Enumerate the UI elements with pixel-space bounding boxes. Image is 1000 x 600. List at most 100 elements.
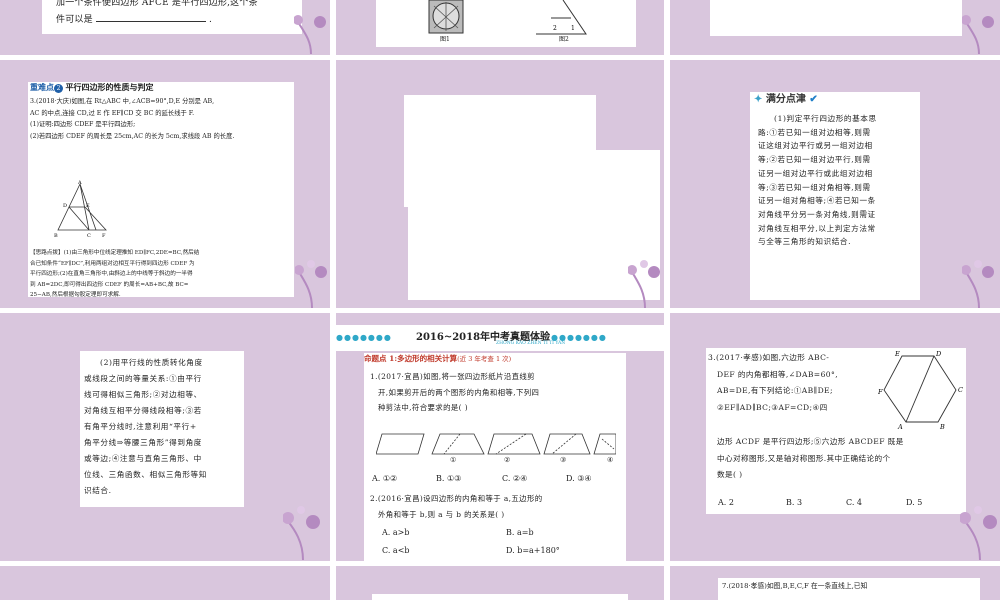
- cut-label: ④: [607, 456, 614, 464]
- tips-card: ✦ 满分点津 ✔ (1)判定平行四边形的基本思 路:①若已知一组对边相等,则需 …: [750, 92, 920, 300]
- q1-option-c[interactable]: C. ②④: [502, 474, 527, 483]
- hexagon-question-card: 3.(2017·孝感)如图,六边形 ABC- DEF 的内角都相等,∠DAB=6…: [706, 348, 966, 514]
- key-point-title: 平行四边形的性质与判定: [65, 82, 154, 92]
- question-line: (1)证明:四边形 CDEF 是平行四边形;: [30, 121, 136, 128]
- q1-option-d[interactable]: D. ③④: [566, 474, 592, 483]
- section-banner: ●●●●●●● 2016~2018年中考真题体验 ●●●●●●● ZHONG K…: [336, 325, 664, 351]
- tips-line: 等;②若已知一组对边平行,则需: [758, 155, 871, 165]
- method-line: (2)用平行线的性质转化角度: [100, 358, 203, 367]
- triangle-figure: A D E B C F: [54, 180, 107, 239]
- method-card: (2)用平行线的性质转化角度 或线段之间的等量关系:①由平行 线可得相似三角形;…: [80, 351, 244, 507]
- figure-1-caption: 图1: [440, 36, 450, 43]
- slide-3: [670, 0, 1000, 55]
- q3-option-a[interactable]: A. 2: [718, 498, 734, 507]
- flower-decoration-icon: [283, 506, 320, 560]
- method-line: 线可得相似三角形;②对边相等、: [84, 390, 202, 399]
- vertex-label: A: [897, 423, 903, 430]
- slide-6: ✦ 满分点津 ✔ (1)判定平行四边形的基本思 路:①若已知一组对边相等,则需 …: [670, 60, 1000, 308]
- slide-3-card: [710, 0, 962, 36]
- q3-line: DEF 的内角都相等,∠DAB=60°,: [717, 369, 839, 379]
- slide-4-card: 重难点 2 平行四边形的性质与判定 3.(2018·大庆)如图,在 Rt△ABC …: [28, 82, 294, 298]
- tips-line: 对角线互相平分,以上判定方法常: [758, 223, 876, 233]
- vertex-label: F: [102, 233, 106, 239]
- q3-line: 中心对称图形,又是轴对称图形.其中正确结论的个: [717, 453, 891, 463]
- slide-7: (2)用平行线的性质转化角度 或线段之间的等量关系:①由平行 线可得相似三角形;…: [0, 313, 330, 561]
- tip-line: 平行四边形;(2)在直角三角形中,由斜边上的中线等于斜边的一半得: [30, 271, 193, 277]
- q1-line: 种剪法中,符合要求的是( ): [378, 403, 468, 412]
- flower-decoration-icon: [962, 15, 994, 54]
- slide-12: 7.(2018·孝感)如图,B,E,C,F 在一条直线上,已知: [670, 566, 1000, 600]
- hexagon-figure: E D F C A B: [878, 350, 963, 430]
- svg-text:2: 2: [553, 25, 557, 32]
- q2-option-c[interactable]: C. a<b: [382, 546, 410, 555]
- tips-line: 证另一组对角相等;④若已知一条: [758, 196, 876, 206]
- flower-decoration-icon: [294, 15, 326, 54]
- q3-option-d[interactable]: D. 5: [906, 498, 922, 507]
- q2-option-b[interactable]: B. a=b: [506, 528, 534, 537]
- vertex-label: A: [77, 180, 82, 186]
- slide-8: ●●●●●●● 2016~2018年中考真题体验 ●●●●●●● ZHONG K…: [336, 313, 664, 561]
- q3-option-c[interactable]: C. 4: [846, 498, 862, 507]
- vertex-label: F: [878, 388, 883, 396]
- svg-text:1: 1: [571, 25, 575, 32]
- answer-blank: [95, 11, 206, 22]
- flower-decoration-icon: [628, 260, 660, 308]
- period: .: [208, 15, 212, 25]
- tips-title: 满分点津: [765, 94, 806, 105]
- vertex-label: B: [939, 423, 945, 430]
- cut-label: ③: [560, 456, 567, 464]
- slide-2-card: 图1 2 1 图2: [376, 0, 636, 47]
- q3-option-b[interactable]: B. 3: [786, 498, 802, 507]
- vertex-label: D: [935, 350, 942, 358]
- cut-label: ②: [504, 456, 511, 464]
- question-text: 加一个条件使四边形 AFCE 是平行四边形,这个条: [56, 0, 258, 8]
- tip-line: 到 AB=2DC,即可得出四边形 CDEF 的周长=AB+BC,故 BC=: [30, 281, 189, 288]
- method-line: 角平分线⇒等腰三角形”得到角度: [84, 438, 202, 447]
- question-line: (2)若四边形 CDEF 的周长是 25cm,AC 的长为 5cm,求线段 AB…: [30, 132, 235, 140]
- q2-line: 外角和等于 b,则 a 与 b 的关系是( ): [378, 509, 505, 519]
- method-line: 有角平分线时,注意利用“平行+: [84, 422, 197, 431]
- question-text: 件可以是: [56, 15, 93, 25]
- q3-line: 3.(2017·孝感)如图,六边形 ABC-: [708, 353, 830, 362]
- slide-11-card: [372, 594, 628, 600]
- q3-line: 边形 ACDF 是平行四边形;⑤六边形 ABCDEF 既是: [717, 437, 904, 446]
- tips-line: 对角线平分另一条对角线,则需证: [758, 209, 876, 219]
- key-point-badge: 2: [54, 84, 63, 93]
- topic-note: (近 3 年考查 1 次): [457, 355, 512, 363]
- q2-option-a[interactable]: A. a>b: [382, 528, 409, 537]
- vertex-label: C: [958, 386, 963, 394]
- q3-line: ②EF∥AD∥BC;③AF=CD;④四: [717, 402, 828, 412]
- figure-2-caption: 图2: [559, 36, 569, 43]
- q1-option-a[interactable]: A. ①②: [372, 474, 397, 483]
- key-point-label: 重难点: [30, 82, 54, 92]
- quadrilateral-cuts-figure: [376, 433, 616, 455]
- flower-decoration-icon: [295, 260, 327, 308]
- cut-label: ①: [450, 456, 457, 464]
- tips-line: 证这组对边平行或另一组对边相: [758, 141, 873, 151]
- q2-option-d[interactable]: D. b=a+180°: [506, 546, 560, 555]
- question-line: 3.(2018·大庆)如图,在 Rt△ABC 中,∠ACB=90°,D,E 分别…: [30, 98, 215, 105]
- q1-option-b[interactable]: B. ①③: [436, 474, 461, 483]
- flower-decoration-icon: [960, 506, 997, 560]
- figure-1-mosaic: [428, 0, 464, 34]
- slide-11: [336, 566, 664, 600]
- slide-10: [0, 566, 330, 600]
- tip-line: 合已知条件“EF∥DC”,利用两组对边相互平行得到四边形 CDEF 为: [30, 260, 195, 267]
- vertex-label: B: [54, 233, 58, 239]
- method-line: 或线段之间的等量关系:①由平行: [84, 374, 202, 383]
- flower-decoration-icon: [962, 260, 994, 308]
- vertex-label: E: [86, 203, 90, 209]
- blank-card-front: [408, 150, 660, 300]
- check-icon: ✔: [809, 94, 818, 105]
- tips-line: (1)判定平行四边形的基本思: [774, 114, 877, 123]
- question-line: AC 的中点,连接 CD,过 E 作 EF∥CD 交 BC 的延长线于 F.: [30, 109, 195, 117]
- tip-line: 【思路点拨】(1)由三角形中位线定理推知 ED∥FC,2DE=BC,然后结: [30, 250, 200, 256]
- vertex-label: C: [87, 233, 91, 239]
- q3-line: AB=DE,有下列结论:①AB∥DE;: [717, 386, 833, 395]
- topic-title: 多边形的相关计算: [397, 354, 458, 363]
- method-line: 识结合.: [84, 486, 112, 495]
- q1-line: 开,如果剪开后的两个图形的内角和相等,下列四: [378, 387, 540, 397]
- banner-pinyin: ZHONG KAO ZHEN TI TI YAN: [496, 341, 566, 346]
- q7-line: 7.(2018·孝感)如图,B,E,C,F 在一条直线上,已知: [722, 582, 868, 590]
- topic-label: 命题点 1:: [364, 354, 398, 363]
